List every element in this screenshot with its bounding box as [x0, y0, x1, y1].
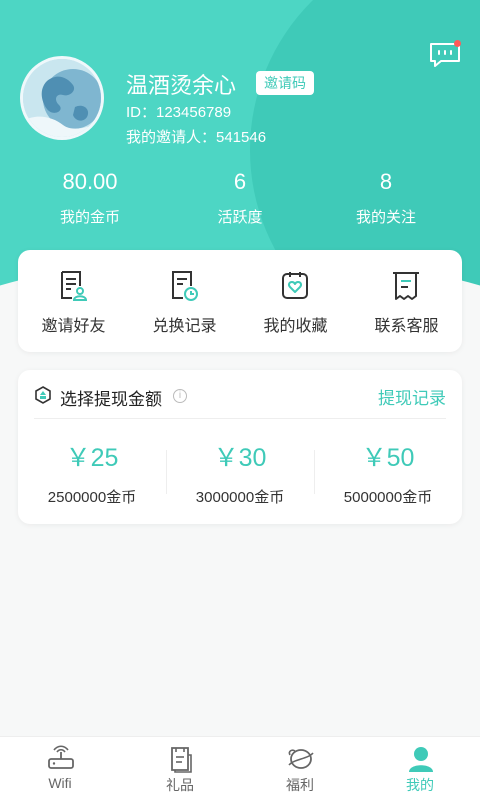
menu-label: 联系客服 — [374, 318, 439, 335]
quick-menu-card: 邀请好友 兑换记录 我的收藏 联系客服 — [18, 250, 462, 352]
stat-coins[interactable]: 80.00 我的金币 — [20, 168, 160, 227]
menu-contact-service[interactable]: 联系客服 — [351, 250, 462, 352]
info-icon[interactable]: i — [173, 389, 187, 403]
withdraw-option[interactable]: ￥25 2500000金币 — [18, 430, 166, 510]
withdraw-price: ￥30 — [213, 444, 267, 472]
withdraw-price: ￥50 — [361, 444, 415, 472]
withdraw-coins: 2500000金币 — [47, 489, 137, 506]
withdraw-coins: 3000000金币 — [195, 489, 285, 506]
user-icon — [409, 747, 433, 772]
bottom-tab-bar: Wifi 礼品 福利 我的 — [0, 736, 480, 800]
stat-value: 80.00 — [62, 169, 118, 194]
stat-value: 6 — [233, 169, 247, 194]
menu-label: 邀请好友 — [41, 318, 106, 335]
username: 温酒烫余心 — [126, 73, 237, 98]
welfare-icon — [288, 749, 314, 769]
withdraw-option[interactable]: ￥50 5000000金币 — [314, 430, 462, 510]
tab-label: 我的 — [406, 777, 434, 793]
tab-label: 礼品 — [166, 777, 194, 793]
menu-my-favorites[interactable]: 我的收藏 — [240, 250, 351, 352]
menu-invite-friends[interactable]: 邀请好友 — [18, 250, 129, 352]
heart-bag-icon — [282, 272, 308, 299]
tab-gifts[interactable]: 礼品 — [120, 737, 240, 800]
exchange-record-icon — [172, 271, 198, 301]
menu-exchange-record[interactable]: 兑换记录 — [129, 250, 240, 352]
stat-value: 8 — [379, 169, 393, 194]
stat-following[interactable]: 8 我的关注 — [316, 168, 456, 227]
withdraw-record-link[interactable]: 提现记录 — [378, 384, 446, 409]
withdraw-coins: 5000000金币 — [343, 489, 433, 506]
withdraw-price: ￥25 — [65, 444, 119, 472]
menu-label: 兑换记录 — [152, 318, 217, 335]
gift-book-icon — [171, 747, 192, 773]
avatar[interactable] — [20, 56, 104, 140]
invite-document-icon — [61, 271, 88, 301]
stat-label: 活跃度 — [217, 209, 263, 226]
tab-mine[interactable]: 我的 — [360, 737, 480, 800]
tab-welfare[interactable]: 福利 — [240, 737, 360, 800]
divider — [34, 418, 446, 419]
avatar-image — [23, 59, 101, 137]
inviter-id: 我的邀请人：541546 — [126, 129, 267, 146]
user-id: ID：123456789 — [126, 104, 232, 121]
tab-label: Wifi — [48, 775, 72, 791]
tab-wifi[interactable]: Wifi — [0, 737, 120, 800]
receipt-icon — [393, 272, 419, 300]
withdraw-card: 选择提现金额 i 提现记录 ￥25 2500000金币 ￥30 3000000金… — [18, 370, 462, 524]
withdraw-title: 选择提现金额 — [60, 390, 162, 409]
stat-label: 我的金币 — [59, 209, 120, 226]
tab-label: 福利 — [286, 777, 314, 793]
message-unread-dot — [454, 40, 461, 47]
withdraw-option[interactable]: ￥30 3000000金币 — [166, 430, 314, 510]
router-icon — [48, 745, 74, 769]
withdraw-shield-icon — [35, 386, 51, 404]
stat-activity[interactable]: 6 活跃度 — [170, 168, 310, 227]
stat-label: 我的关注 — [355, 209, 416, 226]
menu-label: 我的收藏 — [263, 318, 328, 335]
invite-code-button[interactable]: 邀请码 — [256, 71, 314, 95]
